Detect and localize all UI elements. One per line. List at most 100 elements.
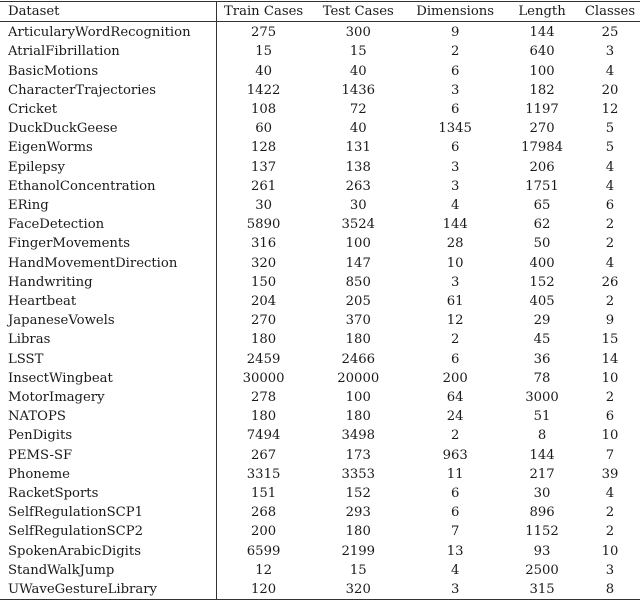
table-row: SpokenArabicDigits 6599 2199 13 93 10	[0, 541, 640, 561]
cell-train-cases: 275	[251, 25, 277, 41]
cell-classes: 12	[601, 102, 619, 118]
table-row: FaceDetection 5890 3524 144 62 2	[0, 215, 640, 235]
cell-dataset: FingerMovements	[0, 234, 217, 254]
cell-train-cases: 320	[251, 255, 277, 271]
cell-train-cases: 3315	[246, 466, 281, 482]
table-row: HandMovementDirection 320 147 10 400 4	[0, 253, 640, 273]
header-test-cases: Test Cases	[322, 4, 394, 19]
cell-dimensions: 64	[446, 390, 464, 406]
header-dimensions: Dimensions	[416, 4, 495, 19]
cell-test-cases: 180	[345, 332, 371, 348]
cell-length: 3000	[525, 390, 559, 406]
cell-dimensions: 200	[442, 370, 468, 386]
cell-classes: 4	[605, 63, 615, 79]
cell-dataset: Libras	[0, 330, 217, 350]
cell-dataset: DuckDuckGeese	[0, 119, 217, 139]
cell-train-cases: 60	[255, 121, 272, 137]
cell-dimensions: 6	[450, 486, 460, 502]
cell-dataset: LSST	[0, 349, 217, 369]
header-train-cases: Train Cases	[224, 4, 304, 19]
cell-dataset: PEMS-SF	[0, 445, 217, 465]
header-length: Length	[518, 4, 566, 19]
cell-test-cases: 300	[345, 25, 371, 41]
cell-test-cases: 180	[345, 409, 371, 425]
cell-test-cases: 2199	[341, 543, 376, 559]
cell-test-cases: 180	[345, 524, 371, 540]
cell-dimensions: 61	[446, 294, 464, 310]
cell-test-cases: 15	[349, 562, 367, 578]
cell-length: 100	[529, 63, 555, 79]
cell-test-cases: 138	[345, 159, 371, 175]
cell-dimensions: 3	[450, 582, 460, 598]
cell-classes: 10	[601, 370, 619, 386]
cell-dataset: CharacterTrajectories	[0, 80, 217, 101]
table-row: EigenWorms 128 131 6 17984 5	[0, 138, 640, 158]
cell-test-cases: 20000	[337, 370, 380, 386]
cell-train-cases: 120	[251, 582, 277, 598]
cell-dataset: NATOPS	[0, 407, 217, 427]
cell-classes: 6	[605, 198, 615, 214]
cell-dataset: Epilepsy	[0, 157, 217, 177]
cell-length: 50	[533, 236, 551, 252]
cell-classes: 15	[601, 332, 619, 348]
header-classes: Classes	[584, 4, 636, 19]
cell-train-cases: 316	[251, 236, 277, 252]
cell-test-cases: 205	[345, 294, 371, 310]
cell-length: 315	[529, 582, 555, 598]
cell-dimensions: 24	[446, 409, 464, 425]
cell-length: 144	[529, 25, 555, 41]
cell-length: 93	[533, 543, 551, 559]
cell-dataset: EthanolConcentration	[0, 176, 217, 197]
cell-test-cases: 147	[345, 255, 371, 271]
cell-dimensions: 3	[450, 159, 460, 175]
cell-classes: 7	[605, 447, 615, 463]
cell-length: 405	[529, 294, 555, 310]
cell-dataset: Phoneme	[0, 464, 217, 485]
cell-classes: 2	[605, 236, 615, 252]
table-row: PenDigits 7494 3498 2 8 10	[0, 426, 640, 446]
cell-classes: 4	[605, 159, 615, 175]
cell-train-cases: 12	[255, 562, 272, 578]
cell-train-cases: 30000	[242, 370, 285, 386]
cell-test-cases: 131	[345, 140, 371, 156]
table-row: Cricket 108 72 6 1197 12	[0, 100, 640, 120]
cell-dimensions: 3	[450, 178, 460, 194]
table-row: LSST 2459 2466 6 36 14	[0, 349, 640, 369]
cell-test-cases: 370	[345, 313, 371, 329]
cell-dimensions: 2	[450, 428, 460, 444]
cell-dataset: AtrialFibrillation	[0, 42, 217, 62]
cell-train-cases: 30	[255, 198, 272, 214]
cell-train-cases: 40	[255, 63, 272, 79]
cell-length: 65	[533, 198, 551, 214]
cell-dataset: SpokenArabicDigits	[0, 541, 217, 561]
cell-classes: 8	[605, 582, 615, 598]
cell-test-cases: 173	[345, 447, 371, 463]
cell-length: 144	[529, 447, 555, 463]
cell-dataset: FaceDetection	[0, 215, 217, 235]
cell-dimensions: 3	[450, 274, 460, 290]
cell-test-cases: 3353	[341, 466, 376, 482]
table-row: ERing 30 30 4 65 6	[0, 196, 640, 216]
cell-classes: 39	[601, 466, 619, 482]
cell-test-cases: 15	[349, 44, 367, 60]
table-row: RacketSports 151 152 6 30 4	[0, 484, 640, 504]
table-row: MotorImagery 278 100 64 3000 2	[0, 388, 640, 408]
cell-classes: 25	[601, 25, 619, 41]
cell-dataset: Heartbeat	[0, 292, 217, 312]
cell-dimensions: 4	[450, 562, 460, 578]
cell-length: 78	[533, 370, 551, 386]
cell-dimensions: 13	[446, 543, 464, 559]
cell-dimensions: 2	[450, 44, 460, 60]
cell-dataset: PenDigits	[0, 426, 217, 446]
cell-dimensions: 6	[450, 351, 460, 367]
table-row: InsectWingbeat 30000 20000 200 78 10	[0, 368, 640, 389]
dataset-table: Dataset Train Cases Test Cases Dimension…	[0, 1, 640, 600]
cell-train-cases: 278	[251, 390, 277, 406]
cell-length: 62	[533, 217, 551, 233]
cell-dimensions: 9	[450, 25, 460, 41]
cell-classes: 4	[605, 178, 615, 194]
table-row: Handwriting 150 850 3 152 26	[0, 272, 640, 293]
cell-train-cases: 200	[251, 524, 277, 540]
cell-length: 152	[529, 274, 555, 290]
cell-classes: 3	[605, 562, 615, 578]
